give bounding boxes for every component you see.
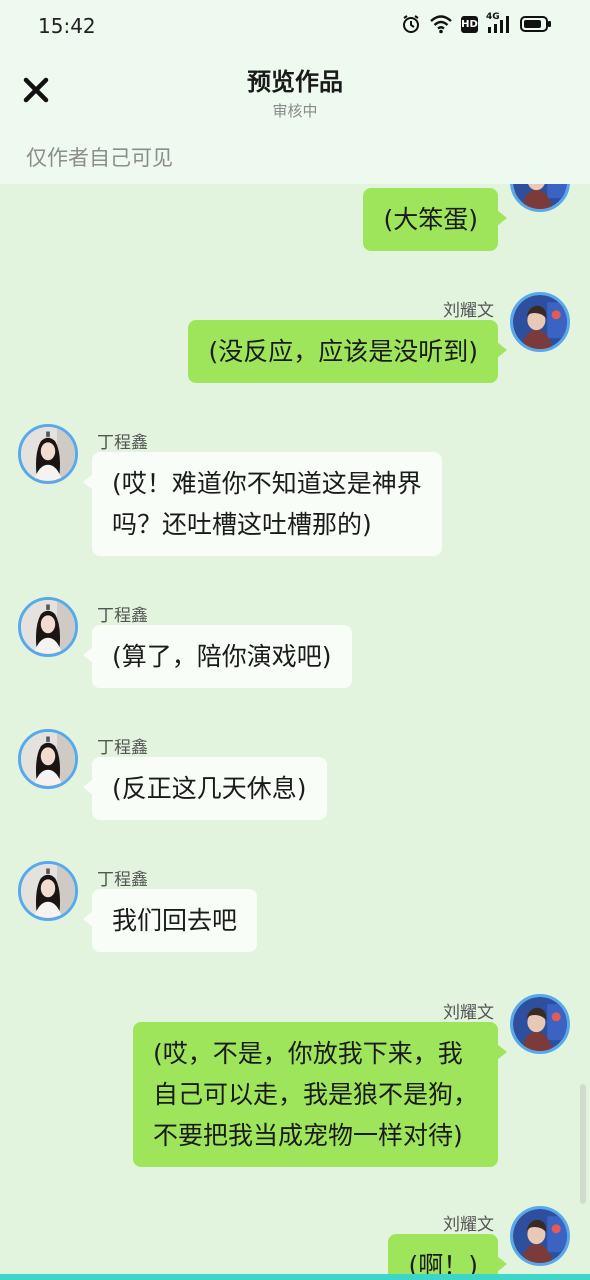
message-item: 丁程鑫 (反正这几天休息) xyxy=(0,729,590,829)
sender-name: 丁程鑫 xyxy=(97,606,148,626)
message-bubble[interactable]: (大笨蛋) xyxy=(363,188,507,251)
message-bubble[interactable]: (啊！) xyxy=(388,1234,507,1274)
avatar[interactable] xyxy=(18,597,78,657)
wifi-icon xyxy=(429,14,453,34)
header: 预览作品 审核中 仅作者自己可见 xyxy=(0,52,590,184)
message-item: (大笨蛋) xyxy=(0,184,590,252)
avatar[interactable] xyxy=(18,861,78,921)
sender-name: 丁程鑫 xyxy=(97,738,148,758)
status-icons: HD 4G xyxy=(401,12,552,34)
signal-icon: 4G xyxy=(486,12,512,34)
message-item: 刘耀文 (没反应，应该是没听到) xyxy=(0,292,590,392)
status-time: 15:42 xyxy=(38,14,96,38)
avatar[interactable] xyxy=(510,292,570,352)
message-bubble[interactable]: (哎！难道你不知道这是神界 吗？还吐槽这吐槽那的) xyxy=(83,452,442,556)
avatar[interactable] xyxy=(18,729,78,789)
battery-icon xyxy=(520,15,552,33)
message-bubble[interactable]: (算了，陪你演戏吧) xyxy=(83,625,352,688)
avatar[interactable] xyxy=(510,1206,570,1266)
message-item: 丁程鑫 (哎！难道你不知道这是神界 吗？还吐槽这吐槽那的) xyxy=(0,424,590,564)
hd-icon: HD xyxy=(461,15,478,33)
sender-name: 刘耀文 xyxy=(443,1003,494,1023)
sender-name: 丁程鑫 xyxy=(97,433,148,453)
scrollbar[interactable] xyxy=(580,1084,586,1204)
avatar[interactable] xyxy=(510,184,570,212)
bottom-accent-bar xyxy=(0,1274,590,1280)
message-item: 丁程鑫 我们回去吧 xyxy=(0,861,590,961)
page-title: 预览作品 xyxy=(247,68,343,96)
sender-name: 刘耀文 xyxy=(443,301,494,321)
message-bubble[interactable]: (哎，不是，你放我下来，我 自己可以走，我是狼不是狗， 不要把我当成宠物一样对待… xyxy=(132,1022,508,1167)
message-item: 刘耀文 (啊！) xyxy=(0,1206,590,1274)
chat-area[interactable]: (大笨蛋) 刘耀文 (没反应，应该是没听到) 丁程鑫 (哎！难道你不知道这是神界… xyxy=(0,184,590,1274)
alarm-icon xyxy=(401,14,421,34)
status-bar: 15:42 HD 4G xyxy=(0,0,590,52)
avatar[interactable] xyxy=(18,424,78,484)
sender-name: 刘耀文 xyxy=(443,1215,494,1235)
message-bubble[interactable]: (没反应，应该是没听到) xyxy=(188,320,507,383)
message-bubble[interactable]: 我们回去吧 xyxy=(82,889,258,952)
sender-name: 丁程鑫 xyxy=(97,870,148,890)
message-item: 丁程鑫 (算了，陪你演戏吧) xyxy=(0,597,590,697)
visibility-note: 仅作者自己可见 xyxy=(26,146,173,170)
review-status: 审核中 xyxy=(272,102,318,120)
avatar[interactable] xyxy=(510,994,570,1054)
message-item: 刘耀文 (哎，不是，你放我下来，我 自己可以走，我是狼不是狗， 不要把我当成宠物… xyxy=(0,994,590,1174)
message-bubble[interactable]: (反正这几天休息) xyxy=(83,757,327,820)
